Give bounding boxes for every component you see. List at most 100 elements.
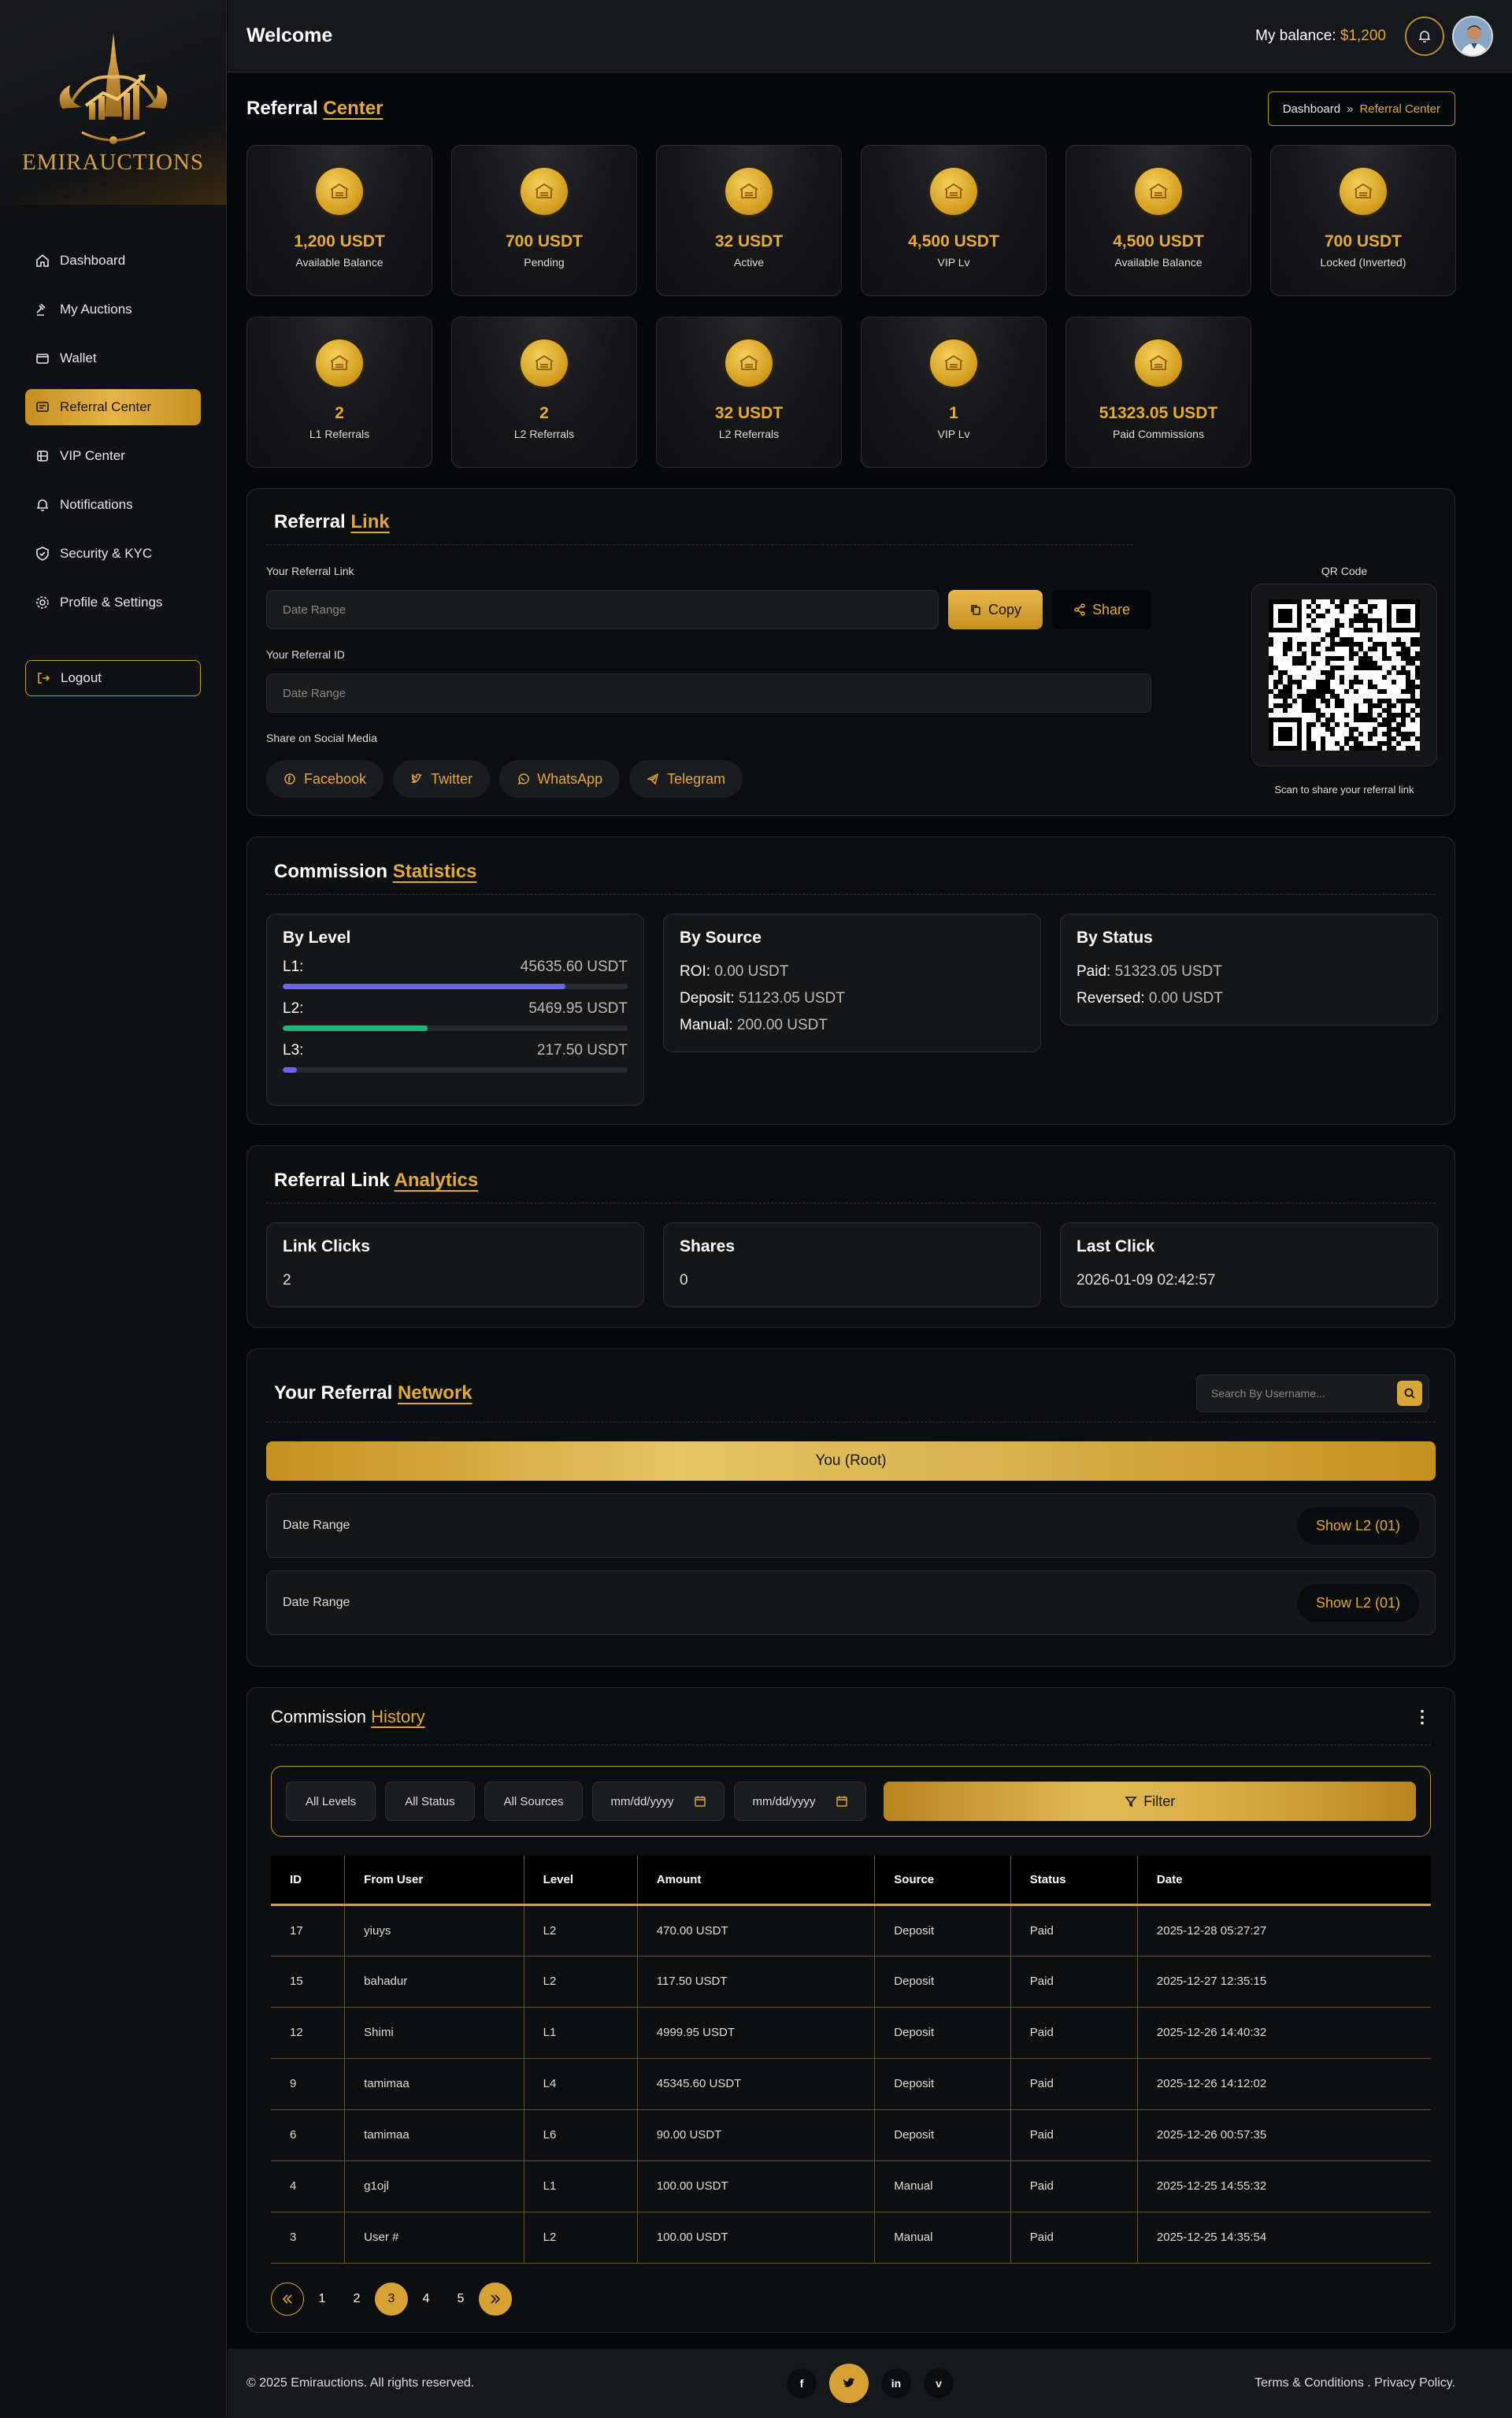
table-row[interactable]: 15 bahadur L2 117.50 USDT Deposit Paid 2025-12… (271, 1956, 1431, 2008)
network-node-name: Date Range (283, 1519, 350, 1532)
show-l2-button[interactable]: Show L2 (01) (1296, 1507, 1419, 1545)
sidebar-item-security-kyc[interactable]: Security & KYC (25, 536, 201, 572)
referral-link-panel: Referral Link Your Referral Link Date Ra… (246, 488, 1455, 816)
column-header-level[interactable]: Level (524, 1856, 638, 1906)
vimeo-icon[interactable]: v (924, 2368, 954, 2398)
more-options-icon[interactable]: ⋮ (1414, 1708, 1431, 1726)
sidebar-item-profile-settings[interactable]: Profile & Settings (25, 584, 201, 621)
gavel-icon (36, 303, 46, 316)
referral-id-field[interactable]: Date Range (266, 673, 1151, 713)
network-title: Your Referral Network (274, 1382, 472, 1404)
logo-emblem-icon (59, 32, 167, 144)
column-header-from-user[interactable]: From User (344, 1856, 524, 1906)
page-button[interactable]: 4 (410, 2283, 443, 2316)
facebook-icon (284, 773, 295, 784)
sidebar-item-wallet[interactable]: Wallet (25, 340, 201, 376)
stat-value: 1 (949, 404, 958, 422)
sidebar-item-label: Referral Center (60, 399, 152, 414)
stat-card-vip-lv: 4,500 USDT VIP Lv (861, 145, 1047, 296)
qr-code[interactable] (1251, 584, 1437, 766)
copy-icon (971, 605, 980, 615)
brand-logo[interactable]: EMIRAUCTIONS (0, 0, 226, 205)
filter-sources-select[interactable]: All Sources (484, 1782, 584, 1821)
filter-status-select[interactable]: All Status (385, 1782, 475, 1821)
linkedin-icon[interactable]: in (881, 2368, 911, 2398)
page-button[interactable]: 2 (340, 2283, 373, 2316)
user-avatar[interactable] (1452, 15, 1493, 57)
stat-label: L2 Referrals (513, 428, 575, 440)
cell-date: 2025-12-25 14:55:32 (1137, 2160, 1431, 2212)
column-header-status[interactable]: Status (1010, 1856, 1138, 1906)
share-twitter-button[interactable]: Twitter (393, 760, 491, 798)
commission-history-panel: Commission History ⋮ All Levels All Stat… (246, 1687, 1455, 2333)
cell-from-user: User # (344, 2212, 524, 2264)
share-telegram-button[interactable]: Telegram (629, 760, 743, 798)
share-button[interactable]: Share (1052, 590, 1151, 629)
network-root-node[interactable]: You (Root) (266, 1441, 1436, 1481)
table-row[interactable]: 3 User # L2 100.00 USDT Manual Paid 2025-12-25… (271, 2212, 1431, 2264)
share-facebook-button[interactable]: Facebook (266, 760, 384, 798)
search-button[interactable] (1397, 1381, 1422, 1406)
breadcrumb-home[interactable]: Dashboard (1283, 102, 1340, 116)
last-page-button[interactable] (479, 2282, 512, 2316)
analytics-card-title: Link Clicks (283, 1237, 370, 1255)
twitter-icon[interactable] (829, 2364, 869, 2403)
show-l2-button[interactable]: Show L2 (01) (1296, 1584, 1419, 1622)
facebook-icon[interactable]: f (787, 2368, 817, 2398)
date-to-input[interactable]: mm/dd/yyyy (734, 1782, 867, 1821)
sidebar-item-referral-center[interactable]: Referral Center (25, 389, 201, 425)
column-header-id[interactable]: ID (271, 1856, 346, 1906)
sidebar-item-vip-center[interactable]: VIP Center (25, 438, 201, 474)
level-bar-fill (283, 984, 566, 989)
table-row[interactable]: 9 tamimaa L4 45345.60 USDT Deposit Paid 2025-1… (271, 2058, 1431, 2110)
title-main: Commission (274, 861, 388, 882)
analytics-card-value: 2026-01-09 02:42:57 (1077, 1272, 1216, 1289)
whatsapp-icon (517, 773, 529, 785)
commission-stat-cards: By Level L1: 45635.60 USDT L2: 5469.95 USD… (266, 914, 1438, 1106)
notifications-button[interactable] (1405, 16, 1444, 56)
filter-levels-select[interactable]: All Levels (286, 1782, 376, 1821)
stat-card-l2-referrals-usdt: 32 USDT L2 Referrals (656, 317, 842, 468)
filter-button[interactable]: Filter (884, 1782, 1416, 1821)
table-row[interactable]: 17 yiuys L2 470.00 USDT Deposit Paid 2025-12-2… (271, 1904, 1431, 1956)
by-status-card: By Status Paid: 51323.05 USDT Reversed: … (1060, 914, 1438, 1025)
column-header-date[interactable]: Date (1137, 1856, 1431, 1906)
date-from-input[interactable]: mm/dd/yyyy (592, 1782, 725, 1821)
first-page-button[interactable] (271, 2282, 304, 2316)
sidebar-item-dashboard[interactable]: Dashboard (25, 243, 201, 279)
network-node-row: Date Range Show L2 (01) (266, 1571, 1436, 1635)
copy-label: Copy (988, 601, 1022, 617)
copy-button[interactable]: Copy (948, 590, 1043, 629)
terms-privacy-links[interactable]: Terms & Conditions . Privacy Policy. (1254, 2376, 1455, 2390)
sidebar-item-my-auctions[interactable]: My Auctions (25, 291, 201, 328)
topbar: Welcome My balance: $1,200 (228, 0, 1512, 72)
column-header-source[interactable]: Source (874, 1856, 1011, 1906)
table-row[interactable]: 12 Shimi L1 4999.95 USDT Deposit Paid 2025-12-… (271, 2007, 1431, 2059)
chevrons-right-icon (491, 2294, 501, 2304)
cell-status: Paid (1010, 2160, 1138, 2212)
coin-icon (521, 339, 568, 387)
page-button[interactable]: 1 (306, 2283, 339, 2316)
table-row[interactable]: 6 tamimaa L6 90.00 USDT Deposit Paid 2025-12-2… (271, 2109, 1431, 2161)
coin-icon (1340, 168, 1387, 215)
page-button[interactable]: 5 (444, 2283, 477, 2316)
column-header-amount[interactable]: Amount (637, 1856, 876, 1906)
breadcrumb: Dashboard » Referral Center (1267, 91, 1455, 126)
sidebar-item-label: Profile & Settings (60, 595, 163, 610)
network-search-input[interactable]: Search By Username... (1196, 1374, 1429, 1412)
status-row: Paid: 51323.05 USDT (1077, 959, 1421, 985)
referral-icon (36, 402, 49, 412)
title-accent: Link (350, 511, 390, 532)
coin-icon (725, 168, 773, 215)
table-row[interactable]: 4 g1ojl L1 100.00 USDT Manual Paid 2025-12-25 … (271, 2160, 1431, 2212)
commission-history-table: ID From User Level Amount Source Status … (271, 1856, 1431, 2264)
page-button-current[interactable]: 3 (375, 2282, 408, 2316)
share-whatsapp-button[interactable]: WhatsApp (499, 760, 621, 798)
logout-button[interactable]: Logout (25, 660, 201, 696)
cell-level: L1 (524, 2007, 638, 2059)
referral-link-field[interactable]: Date Range (266, 590, 939, 629)
cell-from-user: tamimaa (344, 2109, 524, 2161)
share-label: Share (1091, 601, 1131, 617)
cell-source: Deposit (874, 1904, 1011, 1956)
sidebar-item-notifications[interactable]: Notifications (25, 487, 201, 523)
